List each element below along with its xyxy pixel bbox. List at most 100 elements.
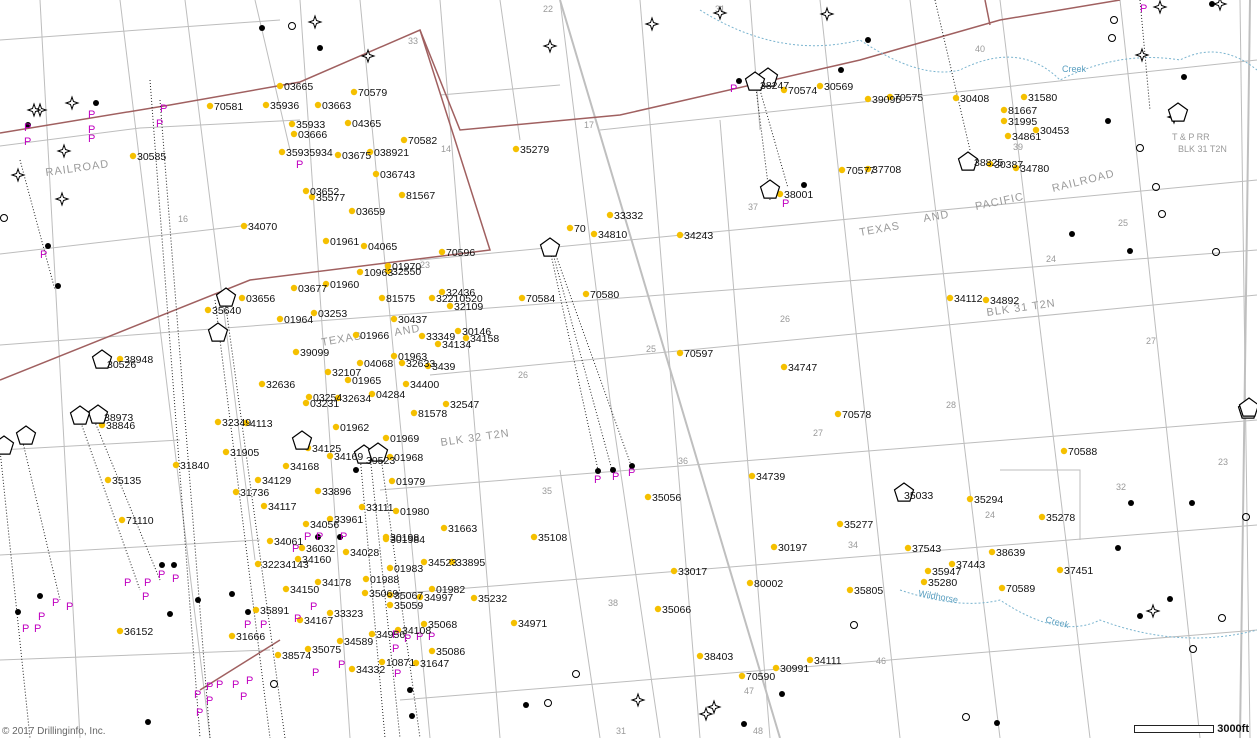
plugged-well-marker[interactable] [779, 691, 785, 697]
plugged-well-marker[interactable] [229, 591, 235, 597]
oil-well-marker[interactable] [966, 495, 974, 503]
oil-well-marker[interactable] [352, 331, 360, 339]
plugged-well-marker[interactable] [55, 283, 61, 289]
oil-well-marker[interactable] [254, 476, 262, 484]
oil-well-marker[interactable] [332, 423, 340, 431]
plugged-well-marker[interactable] [1115, 545, 1121, 551]
oil-well-marker[interactable] [314, 101, 322, 109]
oil-well-marker[interactable] [276, 82, 284, 90]
permit-marker[interactable]: P [142, 591, 149, 603]
oil-well-marker[interactable] [606, 211, 614, 219]
oil-well-marker[interactable] [518, 294, 526, 302]
permit-marker[interactable]: P [612, 471, 619, 483]
oil-well-marker[interactable] [266, 537, 274, 545]
permit-marker[interactable]: P [158, 569, 165, 581]
oil-well-marker[interactable] [302, 520, 310, 528]
oil-well-marker[interactable] [1056, 566, 1064, 574]
dry-hole-marker[interactable] [1152, 0, 1168, 15]
oil-well-marker[interactable] [1000, 117, 1008, 125]
oil-well-marker[interactable] [228, 632, 236, 640]
injection-well-marker[interactable] [15, 425, 37, 445]
oil-well-marker[interactable] [442, 400, 450, 408]
oil-well-marker[interactable] [348, 207, 356, 215]
dry-hole-marker[interactable] [360, 48, 376, 64]
plugged-well-marker[interactable] [523, 702, 529, 708]
oil-well-marker[interactable] [676, 231, 684, 239]
dry-hole-marker[interactable] [307, 14, 323, 30]
permit-marker[interactable]: P [196, 707, 203, 719]
oil-well-marker[interactable] [676, 349, 684, 357]
oil-well-marker[interactable] [214, 418, 222, 426]
permit-marker[interactable]: P [216, 679, 223, 691]
permit-marker[interactable]: P [296, 159, 303, 171]
oil-well-marker[interactable] [388, 477, 396, 485]
oil-well-marker[interactable] [816, 82, 824, 90]
oil-well-marker[interactable] [644, 493, 652, 501]
oil-well-marker[interactable] [440, 524, 448, 532]
permit-marker[interactable]: P [392, 643, 399, 655]
oil-well-marker[interactable] [232, 488, 240, 496]
dry-hole-marker[interactable] [54, 191, 70, 207]
injection-well-marker[interactable] [291, 430, 313, 450]
permit-marker[interactable]: P [88, 133, 95, 145]
oil-well-marker[interactable] [1004, 132, 1012, 140]
plugged-well-marker[interactable] [353, 467, 359, 473]
oil-well-marker[interactable] [770, 543, 778, 551]
permit-marker[interactable]: P [244, 619, 251, 631]
location-marker[interactable] [270, 680, 278, 688]
permit-marker[interactable]: P [340, 531, 347, 543]
oil-well-marker[interactable] [206, 102, 214, 110]
oil-well-marker[interactable] [410, 409, 418, 417]
oil-well-marker[interactable] [258, 380, 266, 388]
oil-well-marker[interactable] [670, 567, 678, 575]
oil-well-marker[interactable] [386, 601, 394, 609]
permit-marker[interactable]: P [394, 668, 401, 680]
oil-well-marker[interactable] [118, 516, 126, 524]
dry-hole-marker[interactable] [26, 102, 42, 118]
oil-well-marker[interactable] [398, 191, 406, 199]
plugged-well-marker[interactable] [1127, 248, 1133, 254]
oil-well-marker[interactable] [116, 627, 124, 635]
dry-hole-marker[interactable] [698, 706, 714, 722]
plugged-well-marker[interactable] [1128, 500, 1134, 506]
oil-well-marker[interactable] [924, 567, 932, 575]
oil-well-marker[interactable] [512, 145, 520, 153]
oil-well-marker[interactable] [282, 462, 290, 470]
oil-well-marker[interactable] [254, 560, 262, 568]
oil-well-marker[interactable] [566, 224, 574, 232]
oil-well-marker[interactable] [386, 564, 394, 572]
oil-well-marker[interactable] [834, 410, 842, 418]
oil-well-marker[interactable] [342, 548, 350, 556]
plugged-well-marker[interactable] [994, 720, 1000, 726]
oil-well-marker[interactable] [204, 306, 212, 314]
oil-well-marker[interactable] [952, 94, 960, 102]
plugged-well-marker[interactable] [1189, 500, 1195, 506]
oil-well-marker[interactable] [382, 434, 390, 442]
plugged-well-marker[interactable] [195, 597, 201, 603]
permit-marker[interactable]: P [628, 467, 635, 479]
plugged-well-marker[interactable] [15, 609, 21, 615]
permit-marker[interactable]: P [338, 659, 345, 671]
injection-well-marker[interactable] [759, 179, 781, 199]
oil-well-marker[interactable] [428, 647, 436, 655]
oil-well-marker[interactable] [998, 584, 1006, 592]
oil-well-marker[interactable] [360, 242, 368, 250]
oil-well-marker[interactable] [104, 476, 112, 484]
plugged-well-marker[interactable] [37, 593, 43, 599]
oil-well-marker[interactable] [402, 380, 410, 388]
oil-well-marker[interactable] [418, 332, 426, 340]
oil-well-marker[interactable] [382, 535, 390, 543]
oil-well-marker[interactable] [428, 294, 436, 302]
oil-well-marker[interactable] [590, 230, 598, 238]
oil-well-marker[interactable] [302, 187, 310, 195]
oil-well-marker[interactable] [290, 284, 298, 292]
dry-hole-marker[interactable] [1212, 0, 1228, 12]
plugged-well-marker[interactable] [409, 713, 415, 719]
oil-well-marker[interactable] [276, 315, 284, 323]
permit-marker[interactable]: P [66, 601, 73, 613]
permit-marker[interactable]: P [40, 249, 47, 261]
oil-well-marker[interactable] [324, 368, 332, 376]
oil-well-marker[interactable] [288, 120, 296, 128]
oil-well-marker[interactable] [362, 575, 370, 583]
dry-hole-marker[interactable] [10, 167, 26, 183]
